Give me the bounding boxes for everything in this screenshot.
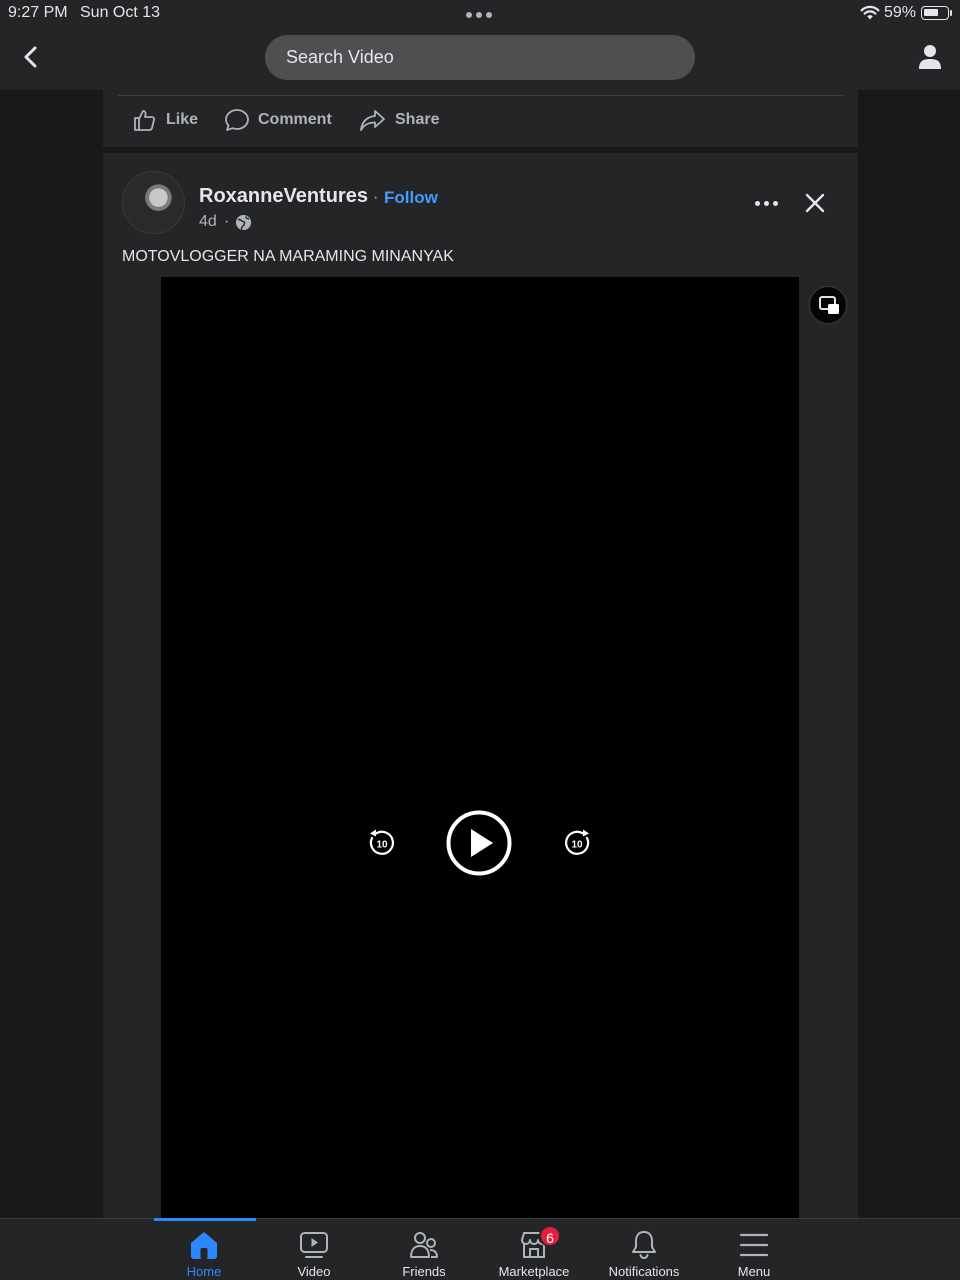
rewind-seconds: 10 [376, 840, 388, 851]
thumbs-up-icon [134, 110, 156, 131]
previous-post-actions: Like Comment Share [103, 90, 858, 147]
bottom-tab-bar: Home Video Friends Marketplace 6 Notific… [0, 1218, 960, 1280]
tab-video-label: Video [297, 1264, 331, 1279]
battery-percent: 59% [884, 4, 917, 21]
forward-10-icon[interactable]: 10 [562, 828, 592, 858]
back-arrow-icon[interactable] [16, 42, 46, 72]
more-options-icon[interactable] [755, 191, 778, 215]
post-card: RoxanneVentures · Follow 4d · MOTOVLOGGE… [103, 153, 858, 1218]
battery-icon [921, 6, 949, 20]
play-icon[interactable] [446, 810, 512, 876]
video-icon [300, 1232, 328, 1258]
multitasking-dots-icon[interactable] [466, 12, 492, 18]
forward-seconds: 10 [571, 840, 583, 851]
profile-icon[interactable] [915, 42, 945, 72]
separator-dot: · [373, 189, 379, 206]
menu-icon [739, 1233, 769, 1257]
bell-icon [632, 1231, 656, 1260]
picture-in-picture-icon [819, 296, 839, 314]
status-date: Sun Oct 13 [80, 4, 161, 21]
top-nav [0, 28, 960, 90]
comment-button[interactable]: Comment [224, 106, 332, 134]
divider [118, 95, 843, 96]
status-bar: 9:27 PM Sun Oct 13 59% [0, 0, 960, 28]
separator-dot: · [224, 213, 230, 230]
comment-icon [225, 109, 249, 131]
tab-video[interactable]: Video [259, 1219, 369, 1280]
globe-icon [235, 214, 252, 231]
friends-icon [410, 1232, 438, 1258]
post-text: MOTOVLOGGER NA MARAMING MINANYAK [122, 248, 454, 265]
share-button[interactable]: Share [359, 106, 439, 134]
tab-marketplace[interactable]: Marketplace [479, 1219, 589, 1280]
close-icon[interactable] [803, 191, 827, 215]
like-button[interactable]: Like [132, 106, 198, 134]
like-label: Like [166, 111, 199, 128]
wifi-icon [860, 5, 880, 20]
tab-menu-label: Menu [737, 1264, 771, 1279]
follow-button[interactable]: Follow [384, 188, 438, 208]
share-label: Share [395, 111, 440, 128]
video-player[interactable]: 10 10 [161, 277, 799, 1218]
tab-marketplace-label: Marketplace [498, 1264, 570, 1279]
marketplace-badge: 6 [539, 1225, 561, 1247]
rewind-10-icon[interactable]: 10 [367, 828, 397, 858]
status-time: 9:27 PM [8, 4, 68, 21]
author-avatar[interactable] [122, 171, 185, 234]
tab-notifications-label: Notifications [608, 1264, 680, 1279]
tab-home-label: Home [186, 1264, 222, 1279]
tab-friends-label: Friends [402, 1264, 446, 1279]
author-name[interactable]: RoxanneVentures [199, 185, 368, 208]
search-input[interactable] [265, 35, 695, 80]
tab-home[interactable]: Home [149, 1219, 259, 1280]
home-icon [191, 1232, 217, 1259]
tab-menu[interactable]: Menu [699, 1219, 809, 1280]
post-time[interactable]: 4d [199, 213, 217, 231]
comment-label: Comment [258, 111, 332, 128]
share-icon [360, 110, 385, 131]
picture-in-picture-button[interactable] [809, 286, 847, 324]
tab-friends[interactable]: Friends [369, 1219, 479, 1280]
tab-notifications[interactable]: Notifications [589, 1219, 699, 1280]
